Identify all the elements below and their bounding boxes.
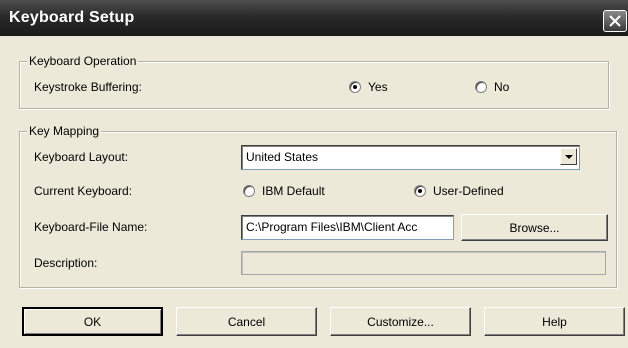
radio-unselected-icon bbox=[243, 185, 255, 197]
window-title: Keyboard Setup bbox=[9, 9, 135, 26]
key-mapping-legend: Key Mapping bbox=[27, 123, 102, 139]
keyboard-file-name-input[interactable]: C:\Program Files\IBM\Client Acc bbox=[241, 215, 454, 240]
ok-button[interactable]: OK bbox=[22, 307, 163, 336]
buffering-yes-label: Yes bbox=[368, 80, 388, 94]
keystroke-buffering-label: Keystroke Buffering: bbox=[34, 80, 142, 94]
keyboard-file-name-value: C:\Program Files\IBM\Client Acc bbox=[246, 220, 418, 234]
help-button[interactable]: Help bbox=[484, 307, 625, 336]
keyboard-layout-value: United States bbox=[246, 150, 319, 164]
ibm-default-radio[interactable]: IBM Default bbox=[243, 183, 325, 199]
keyboard-layout-label: Keyboard Layout: bbox=[34, 150, 129, 164]
user-defined-label: User-Defined bbox=[433, 184, 504, 198]
radio-unselected-icon bbox=[475, 81, 487, 93]
cancel-button[interactable]: Cancel bbox=[176, 307, 317, 336]
browse-button[interactable]: Browse... bbox=[461, 214, 608, 241]
current-keyboard-label: Current Keyboard: bbox=[34, 184, 133, 198]
close-icon bbox=[609, 15, 621, 27]
radio-selected-icon bbox=[414, 185, 426, 197]
keyboard-operation-legend: Keyboard Operation bbox=[27, 53, 139, 69]
title-bar: Keyboard Setup bbox=[0, 0, 628, 36]
chevron-down-icon[interactable] bbox=[560, 148, 577, 165]
description-field bbox=[241, 251, 606, 275]
customize-button[interactable]: Customize... bbox=[330, 307, 471, 336]
keyboard-file-name-label: Keyboard-File Name: bbox=[34, 220, 148, 234]
keyboard-setup-dialog: Keyboard Setup Keyboard Operation Keystr… bbox=[0, 0, 628, 348]
buffering-no-radio[interactable]: No bbox=[475, 79, 509, 95]
ibm-default-label: IBM Default bbox=[262, 184, 325, 198]
user-defined-radio[interactable]: User-Defined bbox=[414, 183, 504, 199]
radio-selected-icon bbox=[349, 81, 361, 93]
buffering-no-label: No bbox=[494, 80, 510, 94]
buffering-yes-radio[interactable]: Yes bbox=[349, 79, 388, 95]
description-label: Description: bbox=[34, 256, 98, 270]
keyboard-layout-select[interactable]: United States bbox=[241, 145, 580, 170]
close-button[interactable] bbox=[603, 10, 627, 32]
